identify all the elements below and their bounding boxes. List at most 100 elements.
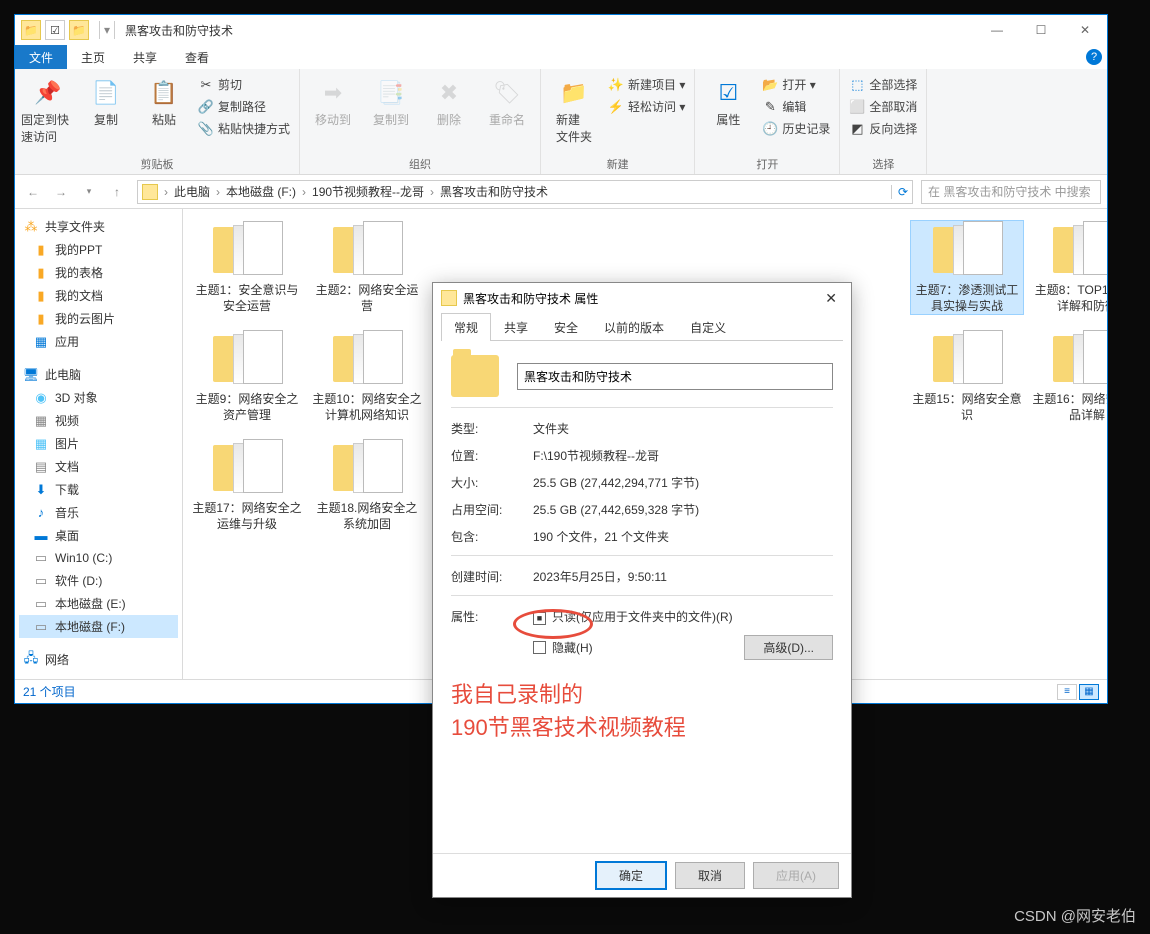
tree-this-pc[interactable]: 🖥此电脑 (19, 363, 178, 386)
new-item-button[interactable]: ✨新建项目 ▾ (605, 75, 688, 94)
tree-network[interactable]: 🖧网络 (19, 648, 178, 671)
help-button[interactable]: ? (1081, 45, 1107, 69)
folder-item[interactable]: 主题18.网络安全之系统加固 (311, 439, 423, 532)
folder-item[interactable]: 主题16：网络安全产品详解 (1031, 330, 1107, 423)
refresh-button[interactable]: ⟳ (891, 185, 908, 199)
tab-file[interactable]: 文件 (15, 45, 67, 69)
tree-item[interactable]: ▦图片 (19, 432, 178, 455)
close-button[interactable]: ✕ (1063, 15, 1107, 45)
tree-item[interactable]: ▮我的PPT (19, 238, 178, 261)
recent-dropdown[interactable]: ▾ (77, 180, 101, 204)
open-button[interactable]: 📂打开 ▾ (759, 75, 833, 94)
tree-item[interactable]: ▤文档 (19, 455, 178, 478)
folder-item[interactable]: 主题2：网络安全运营 (311, 221, 423, 314)
close-button[interactable]: ✕ (819, 288, 843, 309)
invert-selection-button[interactable]: ◩反向选择 (846, 119, 920, 138)
paste-shortcut-button[interactable]: 📎粘贴快捷方式 (195, 119, 293, 138)
maximize-button[interactable]: ☐ (1019, 15, 1063, 45)
tree-item[interactable]: ▭本地磁盘 (E:) (19, 592, 178, 615)
delete-button[interactable]: ✖删除 (422, 73, 476, 128)
icons-view-button[interactable]: ▦ (1079, 684, 1099, 700)
tab-sharing[interactable]: 共享 (491, 313, 541, 341)
tree-quick-access[interactable]: ⁂共享文件夹 (19, 215, 178, 238)
copy-button[interactable]: 📄复制 (79, 73, 133, 128)
hidden-checkbox[interactable] (533, 641, 546, 654)
easy-access-button[interactable]: ⚡轻松访问 ▾ (605, 97, 688, 116)
tab-security[interactable]: 安全 (541, 313, 591, 341)
select-all-button[interactable]: ⬚全部选择 (846, 75, 920, 94)
copy-path-button[interactable]: 🔗复制路径 (195, 97, 293, 116)
copypath-icon: 🔗 (198, 99, 214, 115)
tree-item[interactable]: ▮我的云图片 (19, 307, 178, 330)
folder-item[interactable]: 主题15：网络安全意识 (911, 330, 1023, 423)
tab-view[interactable]: 查看 (171, 45, 223, 69)
forward-button[interactable]: → (49, 180, 73, 204)
folder-item[interactable]: 主题1：安全意识与安全运营 (191, 221, 303, 314)
cancel-button[interactable]: 取消 (675, 862, 745, 889)
crumb[interactable]: 190节视频教程--龙哥 (308, 183, 428, 200)
pin-quick-access-button[interactable]: 📌固定到快速访问 (21, 73, 75, 145)
chevron-right-icon[interactable]: › (162, 185, 170, 199)
folder-item[interactable]: 主题9：网络安全之资产管理 (191, 330, 303, 423)
tree-item[interactable]: ◉3D 对象 (19, 386, 178, 409)
tree-item[interactable]: ♪音乐 (19, 501, 178, 524)
drive-icon: ▭ (33, 596, 49, 612)
tree-item[interactable]: ▬桌面 (19, 524, 178, 547)
tree-item[interactable]: ▭Win10 (C:) (19, 547, 178, 569)
tree-item[interactable]: ▦视频 (19, 409, 178, 432)
up-button[interactable]: ↑ (105, 180, 129, 204)
history-button[interactable]: 🕘历史记录 (759, 119, 833, 138)
search-input[interactable]: 在 黑客攻击和防守技术 中搜索 (921, 180, 1101, 204)
tab-previous[interactable]: 以前的版本 (591, 313, 677, 341)
qat-save-icon[interactable]: ☑ (45, 20, 65, 40)
tab-share[interactable]: 共享 (119, 45, 171, 69)
ok-button[interactable]: 确定 (595, 861, 667, 890)
chevron-right-icon[interactable]: › (428, 185, 436, 199)
details-view-button[interactable]: ≡ (1057, 684, 1077, 700)
folder-name: 主题15：网络安全意识 (912, 392, 1022, 423)
tree-item[interactable]: ▦应用 (19, 330, 178, 353)
paste-button[interactable]: 📋粘贴 (137, 73, 191, 128)
folder-name: 主题2：网络安全运营 (312, 283, 422, 314)
minimize-button[interactable]: — (975, 15, 1019, 45)
copy-to-button[interactable]: 📑复制到 (364, 73, 418, 128)
folder-item[interactable]: 主题10：网络安全之计算机网络知识 (311, 330, 423, 423)
tree-item-selected[interactable]: ▭本地磁盘 (F:) (19, 615, 178, 638)
folder-name-input[interactable]: 黑客攻击和防守技术 (517, 363, 833, 390)
folder-item[interactable]: 主题7：渗透测试工具实操与实战 (911, 221, 1023, 314)
chevron-right-icon[interactable]: › (300, 185, 308, 199)
tree-item[interactable]: ▭软件 (D:) (19, 569, 178, 592)
tree-item[interactable]: ⬇下载 (19, 478, 178, 501)
breadcrumb[interactable]: › 此电脑› 本地磁盘 (F:)› 190节视频教程--龙哥› 黑客攻击和防守技… (137, 180, 913, 204)
new-folder-button[interactable]: 📁新建 文件夹 (547, 73, 601, 145)
qat-folder-icon-2[interactable]: 📁 (69, 20, 89, 40)
crumb[interactable]: 本地磁盘 (F:) (222, 183, 300, 200)
qat-folder-icon[interactable]: 📁 (21, 20, 41, 40)
select-none-button[interactable]: ⬜全部取消 (846, 97, 920, 116)
dialog-titlebar[interactable]: 黑客攻击和防守技术 属性 ✕ (433, 283, 851, 313)
rename-button[interactable]: 🏷重命名 (480, 73, 534, 128)
folder-item[interactable]: 主题8：TOP10漏洞详解和防御 (1031, 221, 1107, 314)
tab-home[interactable]: 主页 (67, 45, 119, 69)
folder-item[interactable]: 主题17：网络安全之运维与升级 (191, 439, 303, 532)
tab-general[interactable]: 常规 (441, 313, 491, 341)
edit-button[interactable]: ✎编辑 (759, 97, 833, 116)
chevron-right-icon[interactable]: › (214, 185, 222, 199)
properties-button[interactable]: ☑属性 (701, 73, 755, 128)
folder-name: 主题10：网络安全之计算机网络知识 (312, 392, 422, 423)
cut-button[interactable]: ✂剪切 (195, 75, 293, 94)
crumb[interactable]: 此电脑 (170, 183, 214, 200)
crumb[interactable]: 黑客攻击和防守技术 (436, 183, 552, 200)
annotation-circle (513, 609, 593, 639)
navigation-tree[interactable]: ⁂共享文件夹 ▮我的PPT ▮我的表格 ▮我的文档 ▮我的云图片 ▦应用 🖥此电… (15, 209, 183, 679)
tree-item[interactable]: ▮我的文档 (19, 284, 178, 307)
advanced-button[interactable]: 高级(D)... (744, 635, 833, 660)
apply-button[interactable]: 应用(A) (753, 862, 839, 889)
back-button[interactable]: ← (21, 180, 45, 204)
titlebar[interactable]: 📁 ☑ 📁 ▾ 黑客攻击和防守技术 — ☐ ✕ (15, 15, 1107, 45)
tree-item[interactable]: ▮我的表格 (19, 261, 178, 284)
tab-customize[interactable]: 自定义 (677, 313, 739, 341)
created-label: 创建时间: (451, 568, 533, 585)
move-to-button[interactable]: ➡移动到 (306, 73, 360, 128)
qat-dropdown-icon[interactable]: ▾ (104, 23, 110, 37)
